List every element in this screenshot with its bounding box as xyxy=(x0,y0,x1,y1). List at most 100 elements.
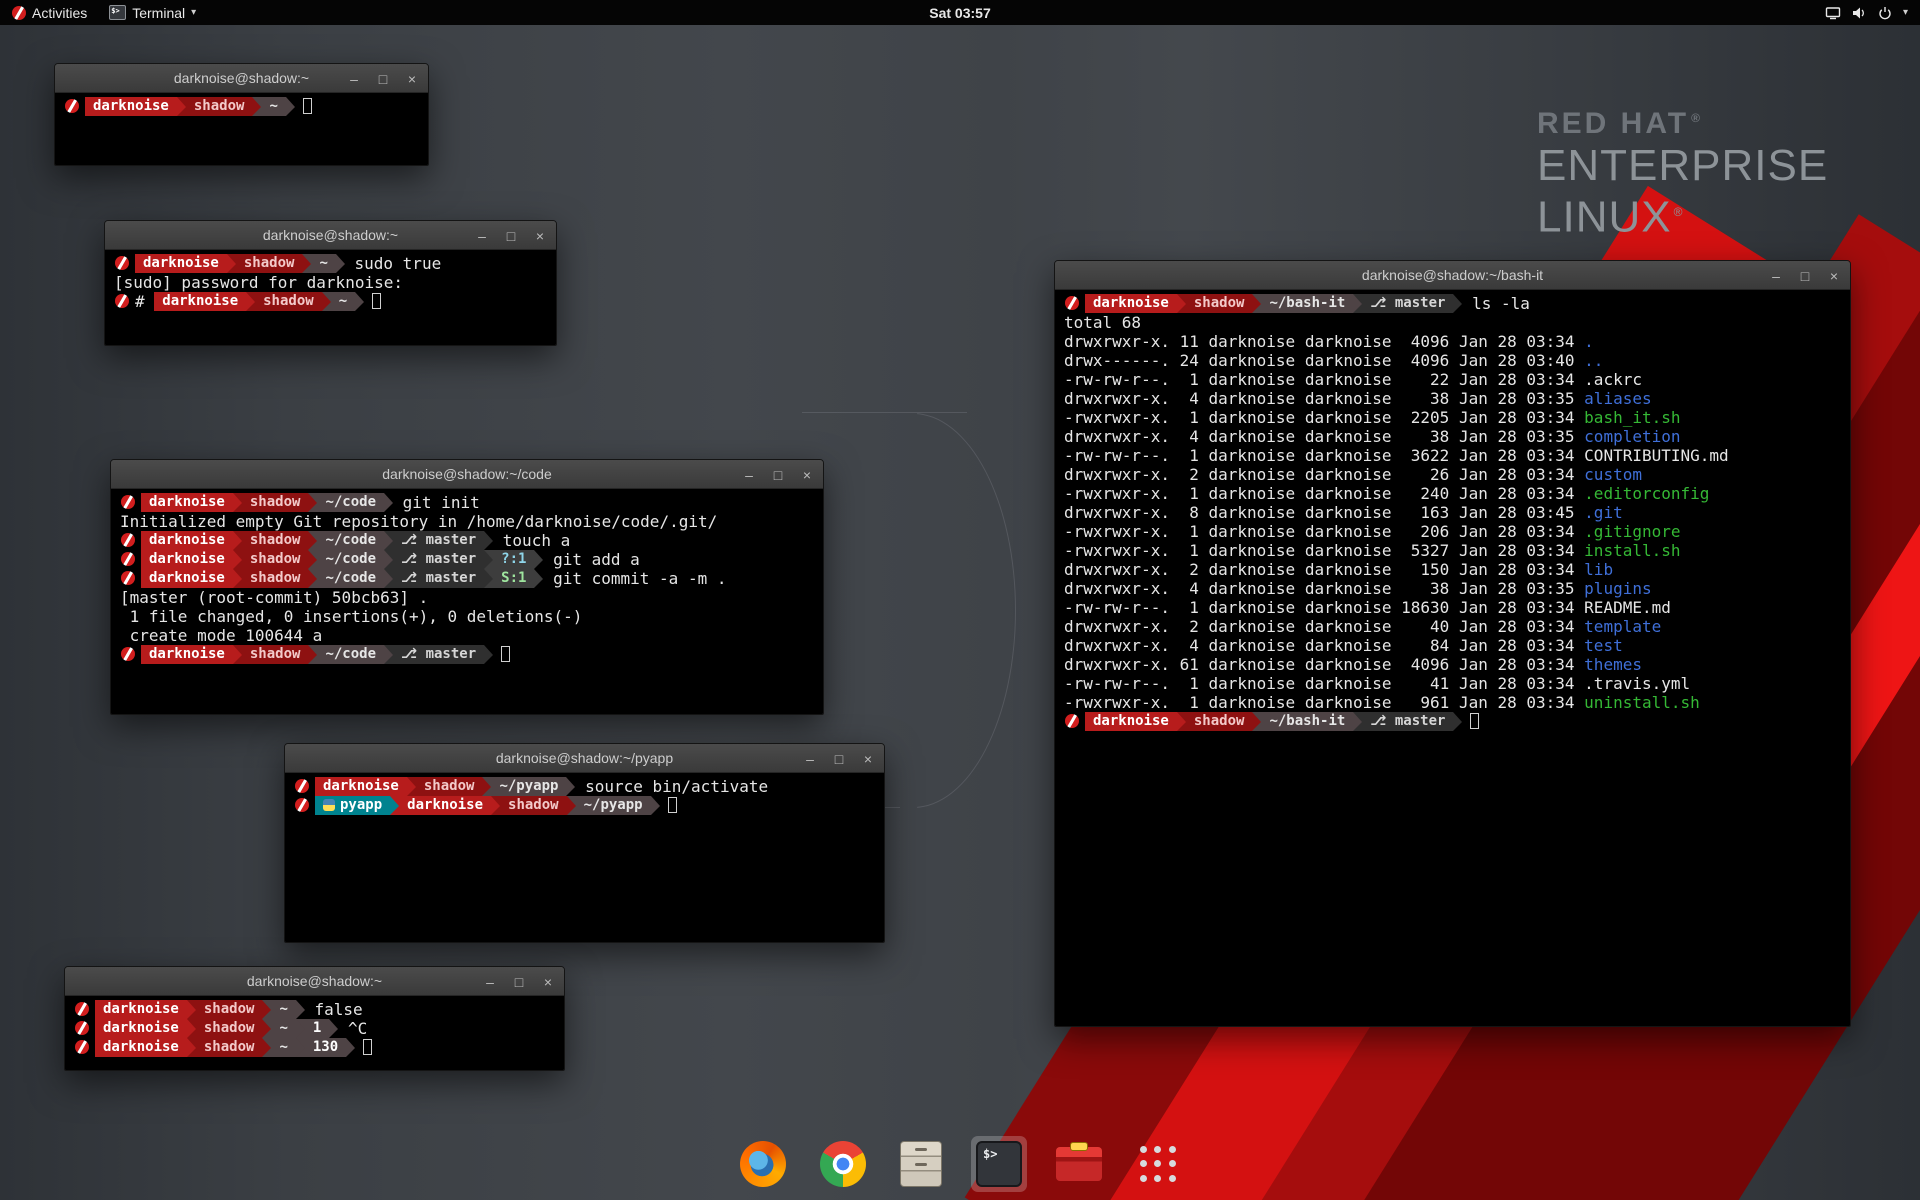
app-menu-button[interactable]: $> Terminal ▾ xyxy=(99,0,206,25)
close-button[interactable]: × xyxy=(405,72,419,86)
terminal-content[interactable]: darknoise shadow ~/pyapp source bin/activa… xyxy=(285,773,884,942)
powerline-separator xyxy=(355,292,364,311)
dock-toolbox[interactable] xyxy=(1051,1136,1107,1192)
powerline-separator xyxy=(482,777,491,796)
powerline-separator xyxy=(384,531,393,550)
prompt-segment-host: shadow xyxy=(196,1000,263,1019)
terminal-line: drwxrwxr-x. 4 darknoise darknoise 38 Jan… xyxy=(1064,427,1841,446)
prompt-segment-host: shadow xyxy=(186,97,253,116)
window-titlebar[interactable]: darknoise@shadow:~–□× xyxy=(55,64,428,93)
minimize-button[interactable]: – xyxy=(347,72,361,86)
powerline-separator xyxy=(491,796,500,815)
powerline-separator xyxy=(308,531,317,550)
prompt-segment-path: ~ xyxy=(331,292,355,311)
close-button[interactable]: × xyxy=(1827,269,1841,283)
powerline-separator xyxy=(384,550,393,569)
prompt-segment-git: ⎇ master xyxy=(393,550,484,569)
powerline-separator xyxy=(233,550,242,569)
prompt-segment-user: darknoise xyxy=(1085,712,1177,731)
file-name: README.md xyxy=(1584,598,1671,617)
minimize-button[interactable]: – xyxy=(742,468,756,482)
distro-prompt-icon xyxy=(1065,296,1079,310)
file-meta: drwxrwxr-x. 2 darknoise darknoise 150 Ja… xyxy=(1064,560,1584,579)
close-button[interactable]: × xyxy=(861,752,875,766)
clock[interactable]: Sat 03:57 xyxy=(0,5,1920,21)
file-meta: drwxrwxr-x. 11 darknoise darknoise 4096 … xyxy=(1064,332,1584,351)
window-titlebar[interactable]: darknoise@shadow:~/code–□× xyxy=(111,460,823,489)
python-icon xyxy=(323,799,335,811)
terminal-content[interactable]: darknoise shadow ~ xyxy=(55,93,428,165)
file-name: plugins xyxy=(1584,579,1651,598)
prompt-segment-user: darknoise xyxy=(1085,294,1177,313)
prompt-segment-path: ~ xyxy=(271,1019,295,1038)
powerline-separator xyxy=(329,1019,338,1038)
maximize-button[interactable]: □ xyxy=(771,468,785,482)
terminal-content[interactable]: darknoiseshadow~ falsedarknoiseshadow~1 … xyxy=(65,996,564,1070)
powerline-separator xyxy=(1252,712,1261,731)
file-meta: -rwxrwxr-x. 1 darknoise darknoise 240 Ja… xyxy=(1064,484,1584,503)
root-hash: # xyxy=(135,292,154,311)
window-titlebar[interactable]: darknoise@shadow:~–□× xyxy=(105,221,556,250)
terminal-line: darknoiseshadow~/code⎇ master?:1 git add… xyxy=(120,550,814,569)
prompt-segment-path: ~ xyxy=(261,97,285,116)
close-button[interactable]: × xyxy=(533,229,547,243)
terminal-line: total 68 xyxy=(1064,313,1841,332)
command-text: ls -la xyxy=(1462,294,1529,313)
terminal-line: drwxrwxr-x. 4 darknoise darknoise 38 Jan… xyxy=(1064,389,1841,408)
command-text: ^C xyxy=(338,1019,367,1038)
activities-button[interactable]: Activities xyxy=(0,0,99,25)
dock-terminal[interactable]: $> xyxy=(971,1136,1027,1192)
minimize-button[interactable]: – xyxy=(475,229,489,243)
terminal-cursor xyxy=(363,1039,372,1055)
prompt-segment-host: shadow xyxy=(416,777,483,796)
prompt-segment-user: darknoise xyxy=(85,97,177,116)
file-meta: drwxrwxr-x. 2 darknoise darknoise 40 Jan… xyxy=(1064,617,1584,636)
dock-files[interactable] xyxy=(895,1136,947,1192)
maximize-button[interactable]: □ xyxy=(376,72,390,86)
powerline-separator xyxy=(346,1038,355,1057)
prompt-segment-user: darknoise xyxy=(141,645,233,664)
prompt-segment-path: ~ xyxy=(311,254,335,273)
power-icon xyxy=(1877,5,1893,21)
terminal-content[interactable]: darknoiseshadow~/code git initInitialize… xyxy=(111,489,823,714)
system-status-area[interactable]: ▾ xyxy=(1813,0,1920,25)
dock-chrome[interactable] xyxy=(815,1136,871,1192)
file-name: lib xyxy=(1584,560,1613,579)
maximize-button[interactable]: □ xyxy=(504,229,518,243)
powerline-separator xyxy=(1353,294,1362,313)
command-text: false xyxy=(305,1000,363,1019)
terminal-line: -rwxrwxr-x. 1 darknoise darknoise 961 Ja… xyxy=(1064,693,1841,712)
command-text: source bin/activate xyxy=(575,777,768,796)
distro-prompt-icon xyxy=(1065,714,1079,728)
dock-firefox[interactable] xyxy=(735,1136,791,1192)
minimize-button[interactable]: – xyxy=(1769,269,1783,283)
window-titlebar[interactable]: darknoise@shadow:~/pyapp–□× xyxy=(285,744,884,773)
prompt-segment-path: ~/code xyxy=(317,645,384,664)
file-name: aliases xyxy=(1584,389,1651,408)
powerline-separator xyxy=(296,1000,305,1019)
dock-show-applications[interactable] xyxy=(1131,1137,1185,1191)
terminal-line: darknoiseshadow~ false xyxy=(74,1000,555,1019)
window-titlebar[interactable]: darknoise@shadow:~/bash-it–□× xyxy=(1055,261,1850,290)
minimize-button[interactable]: – xyxy=(483,975,497,989)
close-button[interactable]: × xyxy=(800,468,814,482)
prompt-segment-git: ⎇ master xyxy=(1362,294,1453,313)
volume-icon xyxy=(1851,5,1867,21)
prompt-segment-user: darknoise xyxy=(315,777,407,796)
display-icon xyxy=(1825,5,1841,21)
terminal-content[interactable]: darknoiseshadow~ sudo true[sudo] passwor… xyxy=(105,250,556,345)
prompt-segment-gitst: S:1 xyxy=(493,569,534,588)
desktop: RED HAT® ENTERPRISE LINUX® darknoise@sha… xyxy=(0,0,1920,1200)
close-button[interactable]: × xyxy=(541,975,555,989)
distro-prompt-icon xyxy=(75,1002,89,1016)
maximize-button[interactable]: □ xyxy=(512,975,526,989)
window-titlebar[interactable]: darknoise@shadow:~–□× xyxy=(65,967,564,996)
prompt-segment-path: ~/pyapp xyxy=(491,777,566,796)
maximize-button[interactable]: □ xyxy=(1798,269,1812,283)
terminal-content[interactable]: darknoiseshadow~/bash-it⎇ master ls -lat… xyxy=(1055,290,1850,1026)
maximize-button[interactable]: □ xyxy=(832,752,846,766)
file-name: .. xyxy=(1584,351,1603,370)
minimize-button[interactable]: – xyxy=(803,752,817,766)
terminal-line: -rwxrwxr-x. 1 darknoise darknoise 240 Ja… xyxy=(1064,484,1841,503)
terminal-line: darknoise shadow ~/pyapp source bin/activa… xyxy=(294,777,875,796)
